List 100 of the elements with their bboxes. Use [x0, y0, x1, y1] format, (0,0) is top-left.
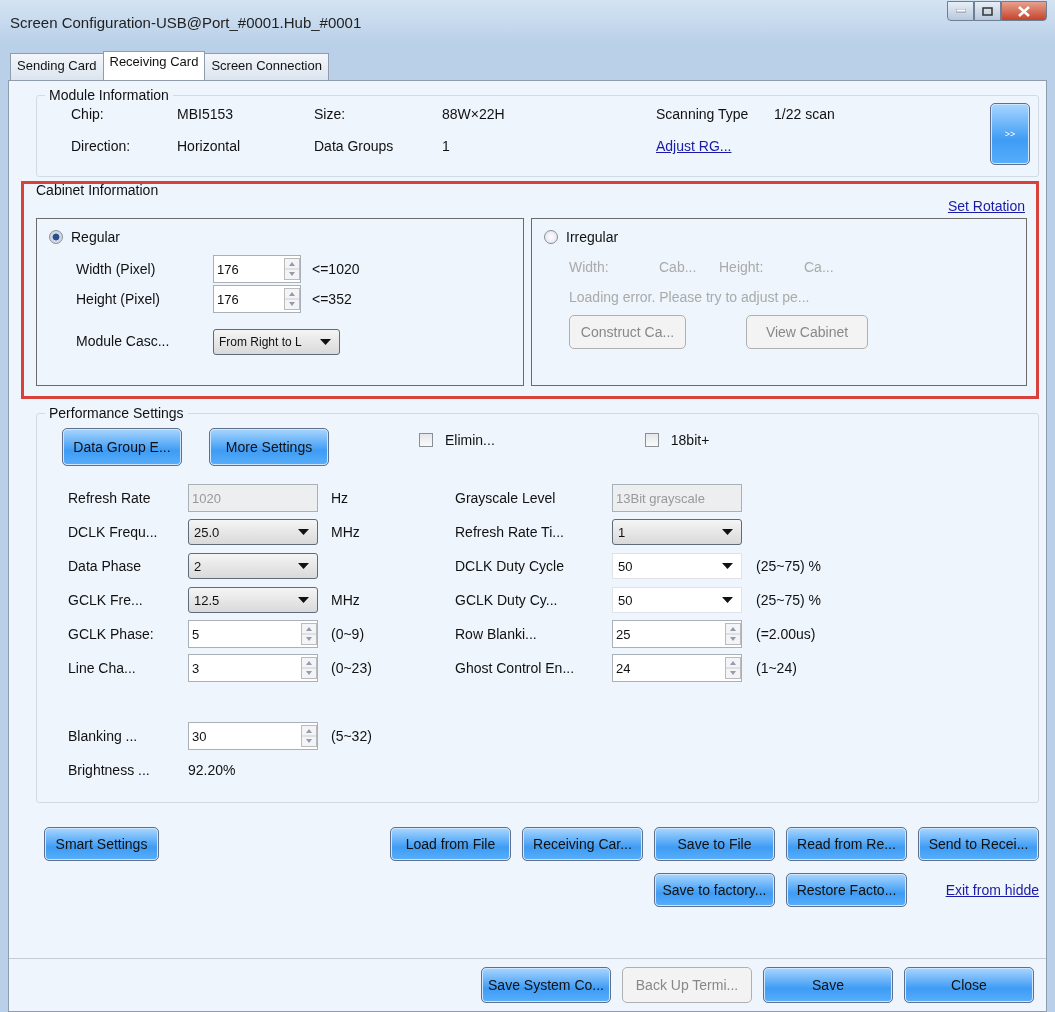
field-label: Refresh Rate Ti...	[455, 524, 565, 540]
settings-button[interactable]: Data Group E...	[62, 428, 182, 466]
spin-arrows-icon[interactable]	[725, 657, 741, 679]
field-value: Horizontal	[177, 138, 242, 154]
number-input[interactable]: 3	[188, 654, 318, 682]
minimize-icon	[955, 9, 966, 13]
number-input[interactable]: 5	[188, 620, 318, 648]
group-title: Module Information	[48, 87, 170, 103]
tab[interactable]: Screen Connection	[204, 53, 329, 80]
field-label: Width:	[569, 259, 610, 275]
field-label: DCLK Frequ...	[68, 524, 159, 540]
caret-icon	[722, 529, 733, 535]
footer-button[interactable]: Save	[763, 967, 893, 1003]
tab[interactable]: Sending Card	[10, 53, 104, 80]
number-input[interactable]: 176	[213, 285, 301, 313]
checkbox-label: Elimin...	[445, 432, 495, 448]
field-value: 1/22 scan	[774, 106, 836, 122]
radio-button[interactable]	[544, 230, 558, 244]
dropdown[interactable]: 1	[612, 519, 742, 545]
field-label: Blanking ...	[68, 728, 139, 744]
caret-icon	[298, 563, 309, 569]
field-label: Brightness ...	[68, 762, 151, 778]
footer-button[interactable]: Save System Co...	[481, 967, 611, 1003]
dropdown[interactable]: 25.0	[188, 519, 318, 545]
field-label: Width (Pixel)	[76, 261, 157, 277]
action-button[interactable]: Save to File	[654, 827, 775, 861]
group-title: Cabinet Information	[36, 182, 159, 198]
unit-label: MHz	[330, 592, 361, 608]
exit-link[interactable]: Exit from hidde	[918, 882, 1039, 898]
unit-label: Hz	[330, 490, 350, 506]
action-button[interactable]: Save to factory...	[654, 873, 775, 907]
radio-button[interactable]	[49, 230, 63, 244]
spin-arrows-icon[interactable]	[301, 725, 317, 747]
action-button[interactable]: Send to Recei...	[918, 827, 1039, 861]
spin-arrows-icon[interactable]	[301, 623, 317, 645]
field-label: Data Groups	[314, 138, 395, 154]
field-label: Grayscale Level	[455, 490, 557, 506]
rotation-link[interactable]: Set Rotation	[947, 198, 1025, 214]
value-text: 92.20%	[188, 762, 237, 778]
field-label: DCLK Duty Cycle	[455, 558, 565, 574]
smart-settings-button[interactable]: Smart Settings	[44, 827, 159, 861]
checkbox[interactable]	[644, 433, 659, 447]
spin-arrows-icon[interactable]	[725, 623, 741, 645]
field-label: Ca...	[804, 259, 835, 275]
unit-label: (0~23)	[330, 660, 373, 676]
field-label: Cab...	[659, 259, 698, 275]
field-label: Line Cha...	[68, 660, 137, 676]
radio-label: Irregular	[566, 229, 619, 245]
field-label: Direction:	[71, 138, 132, 154]
dropdown[interactable]: 12.5	[188, 587, 318, 613]
checkbox[interactable]	[419, 433, 433, 447]
unit-label: (=2.00us)	[755, 626, 817, 642]
radio-label: Regular	[71, 229, 121, 245]
dropdown[interactable]: 50	[612, 553, 742, 579]
dropdown[interactable]: 2	[188, 553, 318, 579]
group-title: Performance Settings	[48, 405, 185, 421]
field-label: Height (Pixel)	[76, 291, 162, 307]
unit-label: MHz	[330, 524, 361, 540]
spin-arrows-icon[interactable]	[301, 657, 317, 679]
field-label: Scanning Type	[656, 106, 750, 122]
error-message: Loading error. Please try to adjust pe...	[569, 289, 811, 305]
field-value: MBI5153	[177, 106, 235, 122]
caret-icon	[722, 563, 733, 569]
caret-icon	[320, 339, 331, 345]
maximize-button[interactable]	[974, 1, 1001, 21]
field-label: Size:	[314, 106, 347, 122]
unit-label: (25~75) %	[755, 592, 822, 608]
checkbox-label: 18bit+	[670, 432, 710, 448]
minimize-button[interactable]	[947, 1, 974, 21]
dropdown[interactable]: From Right to L	[213, 329, 340, 355]
tab[interactable]: Receiving Card	[102, 51, 206, 80]
field-value: 1	[442, 138, 451, 154]
settings-button[interactable]: More Settings	[209, 428, 329, 466]
close-icon	[1018, 5, 1030, 17]
number-input[interactable]: 176	[213, 255, 301, 283]
action-button[interactable]: Read from Re...	[786, 827, 907, 861]
spin-arrows-icon[interactable]	[284, 288, 300, 310]
close-button[interactable]	[1001, 1, 1047, 21]
field-label: GCLK Fre...	[68, 592, 144, 608]
field-label: GCLK Duty Cy...	[455, 592, 559, 608]
field-label: Refresh Rate	[68, 490, 152, 506]
dropdown[interactable]: 50	[612, 587, 742, 613]
field-label: Row Blanki...	[455, 626, 538, 642]
number-input[interactable]: 25	[612, 620, 742, 648]
action-button[interactable]: Receiving Car...	[522, 827, 643, 861]
spin-arrows-icon[interactable]	[284, 258, 300, 280]
caret-icon	[722, 597, 733, 603]
maximize-icon	[982, 6, 993, 16]
unit-label: (0~9)	[330, 626, 366, 642]
footer-button[interactable]: Close	[904, 967, 1034, 1003]
adjust-link[interactable]: Adjust RG...	[656, 138, 774, 154]
field-label: Height:	[719, 259, 765, 275]
number-input[interactable]: 24	[612, 654, 742, 682]
field-label: Ghost Control En...	[455, 660, 576, 676]
field-label: Data Phase	[68, 558, 143, 574]
caret-icon	[298, 597, 309, 603]
action-button[interactable]: Load from File	[390, 827, 511, 861]
action-button[interactable]: Restore Facto...	[786, 873, 907, 907]
limit-label: <=1020	[312, 261, 361, 277]
number-input[interactable]: 30	[188, 722, 318, 750]
